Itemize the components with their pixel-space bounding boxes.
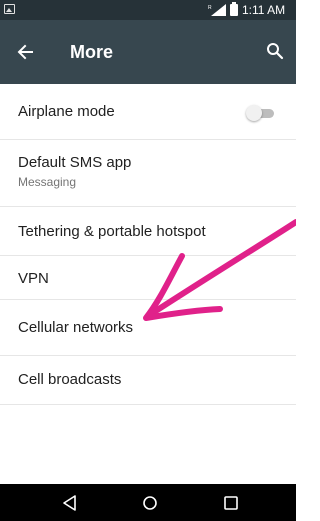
cellular-networks-item[interactable]: Cellular networks: [0, 300, 296, 356]
default-sms-app-item[interactable]: Default SMS app Messaging: [0, 140, 296, 207]
cell-broadcasts-item[interactable]: Cell broadcasts: [0, 356, 296, 405]
status-time: 1:11 AM: [242, 3, 286, 17]
vpn-label: VPN: [18, 270, 49, 287]
cellular-networks-label: Cellular networks: [18, 319, 134, 336]
tethering-hotspot-item[interactable]: Tethering & portable hotspot: [0, 207, 296, 256]
toggle-thumb: [246, 105, 262, 121]
tethering-hotspot-label: Tethering & portable hotspot: [18, 223, 206, 240]
vpn-item[interactable]: VPN: [0, 256, 296, 300]
settings-screen: R 1:11 AM More Airplane mode Default SMS…: [0, 0, 296, 521]
signal-icon: R: [208, 4, 226, 16]
navigation-bar: [0, 484, 296, 521]
settings-list: Airplane mode Default SMS app Messaging …: [0, 84, 296, 405]
page-title: More: [70, 42, 114, 62]
airplane-mode-label: Airplane mode: [18, 103, 115, 120]
battery-icon: [230, 2, 238, 16]
status-bar: R 1:11 AM: [0, 0, 296, 20]
airplane-mode-item[interactable]: Airplane mode: [0, 84, 296, 140]
svg-text:R: R: [208, 5, 212, 11]
back-arrow-icon[interactable]: [12, 38, 40, 66]
nav-recent-apps-icon[interactable]: [218, 490, 244, 516]
search-icon[interactable]: [262, 38, 288, 64]
default-sms-app-label: Default SMS app: [18, 154, 132, 171]
app-bar: More: [0, 20, 296, 84]
default-sms-app-value: Messaging: [18, 175, 77, 189]
image-notification-icon: [4, 4, 15, 14]
nav-back-icon[interactable]: [57, 490, 83, 516]
cell-broadcasts-label: Cell broadcasts: [18, 371, 122, 388]
airplane-mode-toggle[interactable]: [246, 105, 274, 121]
nav-home-icon[interactable]: [137, 490, 163, 516]
